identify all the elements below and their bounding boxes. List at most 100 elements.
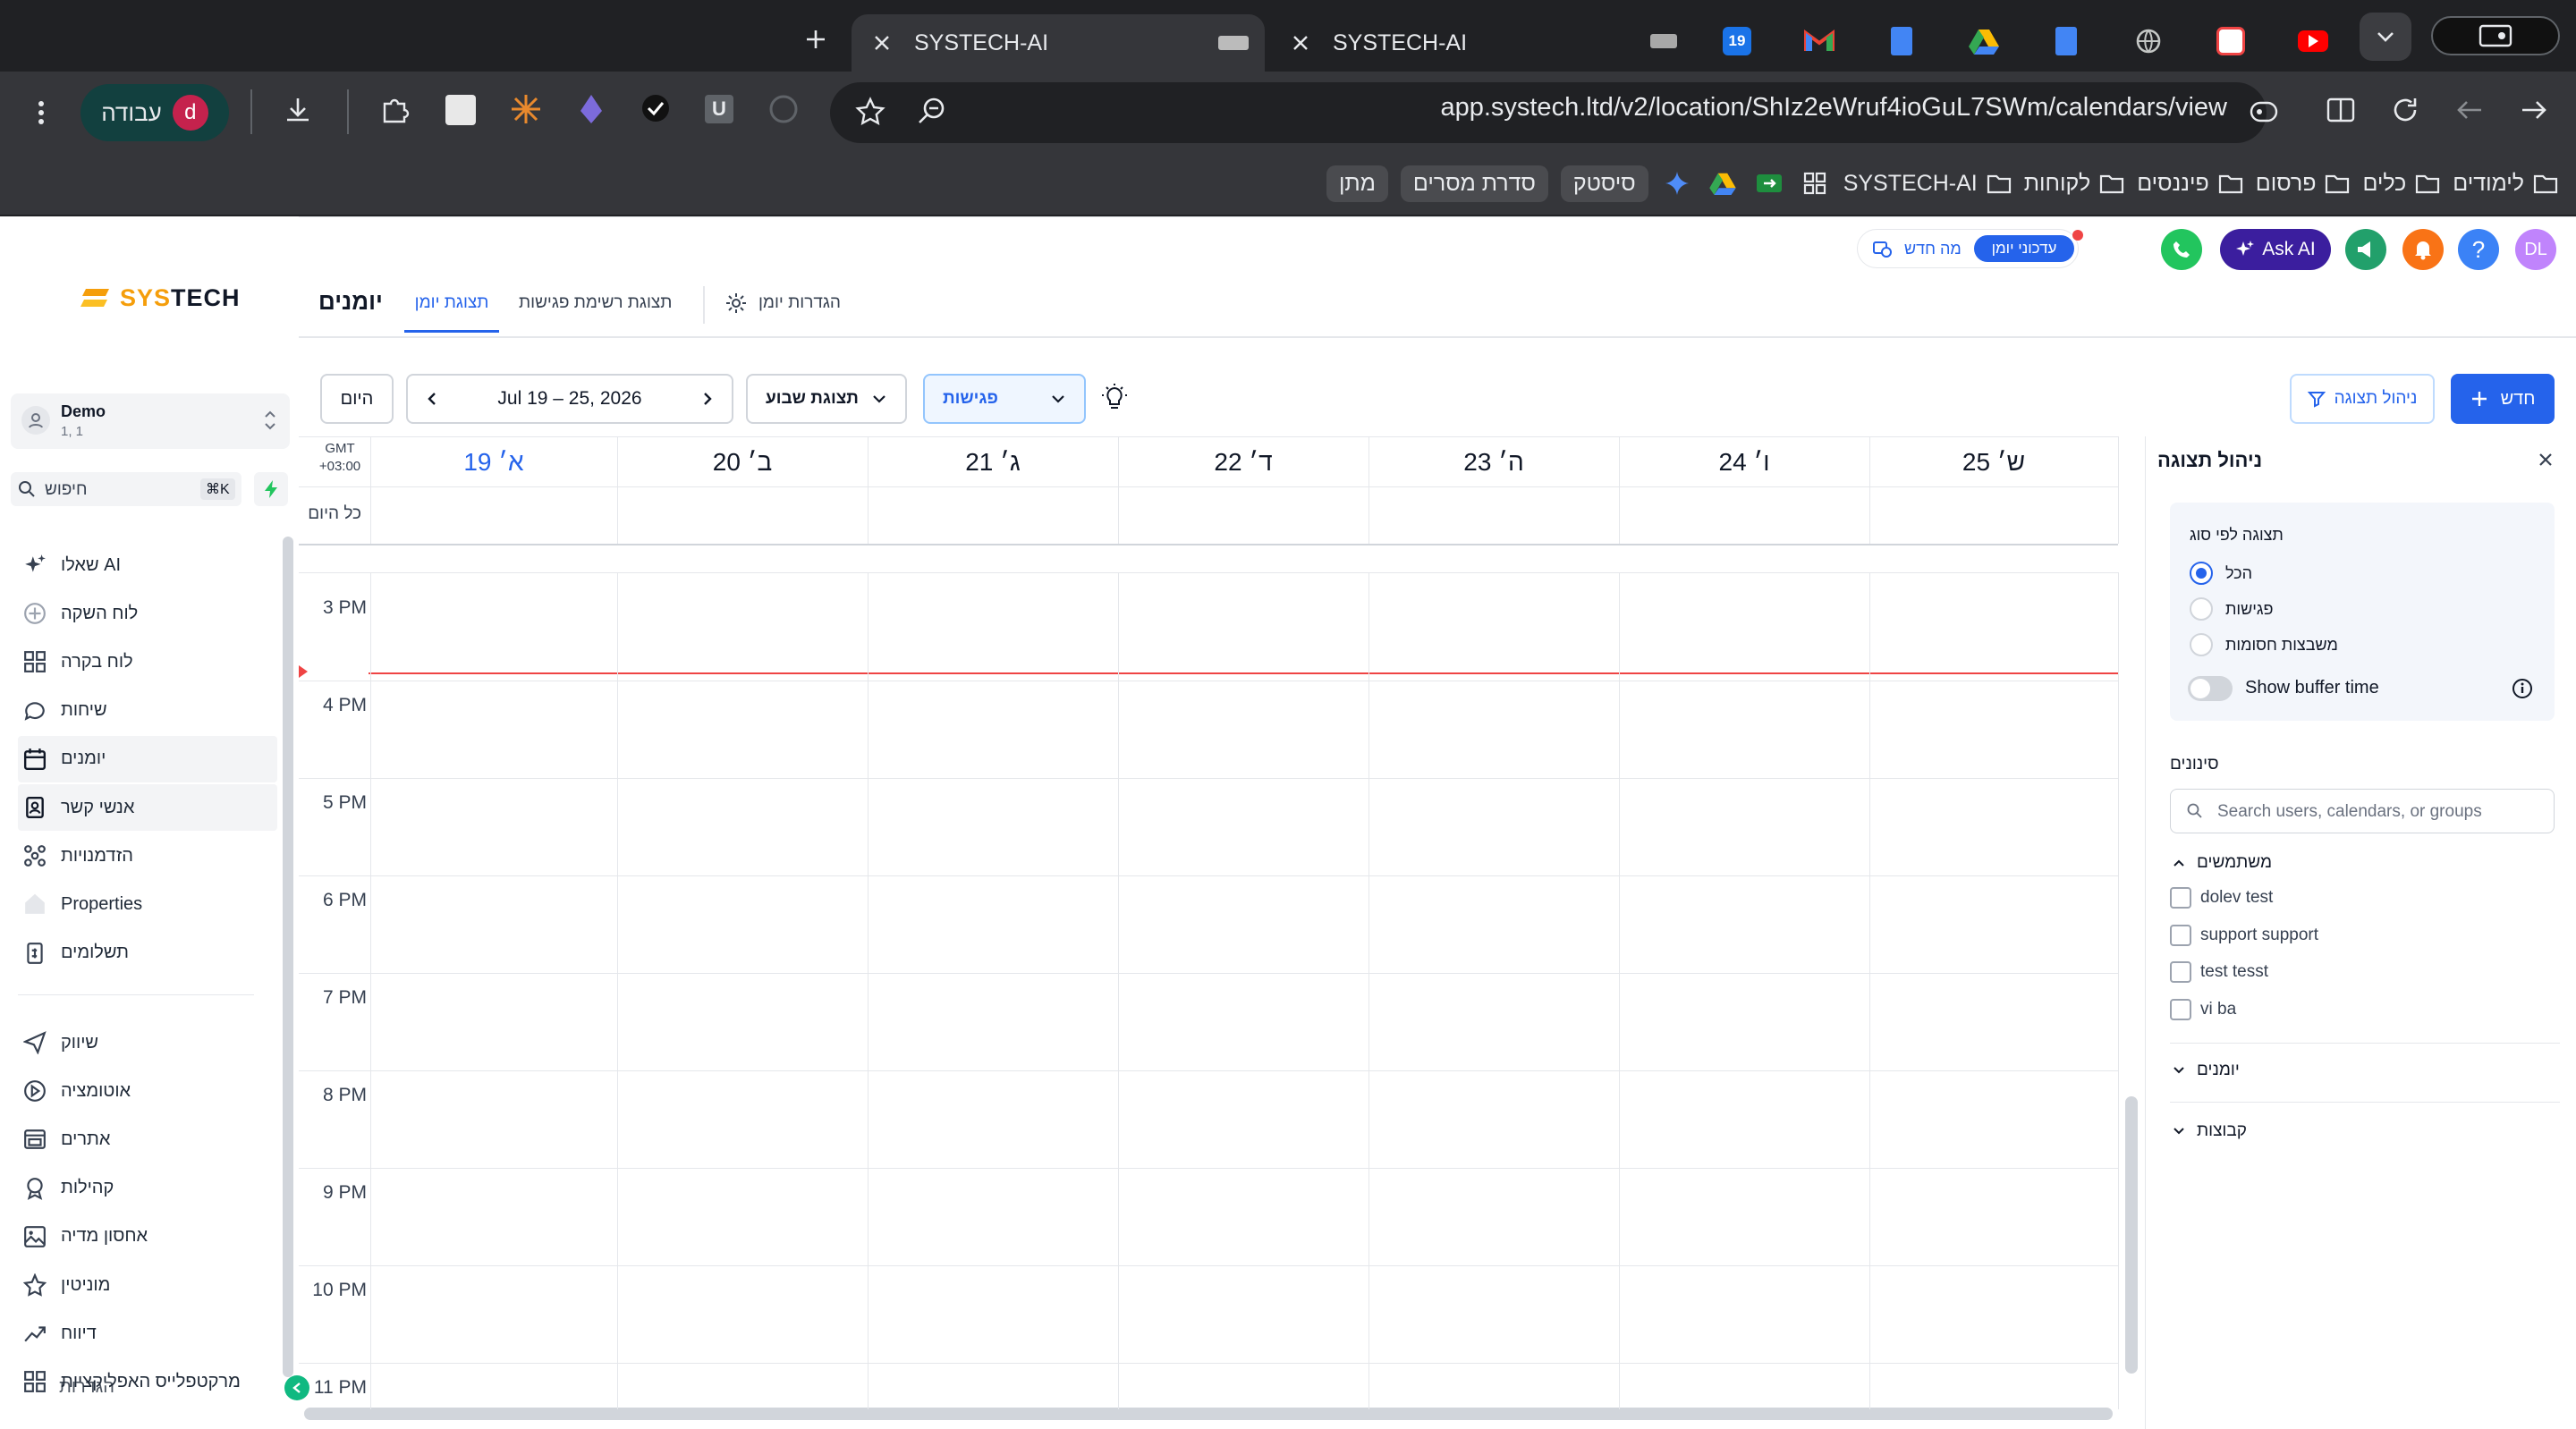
notifications-bell-icon[interactable] <box>2402 229 2444 270</box>
radio-button[interactable] <box>2190 633 2213 656</box>
bookmark-6[interactable]: פרסום <box>2256 171 2351 197</box>
youtube-icon[interactable] <box>2293 21 2333 61</box>
bookmark-2[interactable]: סיסטק <box>1560 165 1648 202</box>
checkbox[interactable] <box>2170 998 2191 1020</box>
extension-u-icon[interactable]: U <box>705 95 733 123</box>
sidebar-item-contacts[interactable]: אנשי קשר <box>18 784 277 831</box>
sidebar-item-chart[interactable]: דיווח <box>18 1310 277 1357</box>
close-panel-icon[interactable] <box>2537 451 2555 469</box>
new-tab-icon[interactable] <box>796 20 835 59</box>
tab-search-chevron-icon[interactable] <box>2360 13 2411 61</box>
checkbox[interactable] <box>2170 961 2191 983</box>
user-filter-item[interactable]: dolev test <box>2170 887 2273 909</box>
docs-icon[interactable] <box>2046 21 2086 61</box>
lightbulb-icon[interactable] <box>1100 383 1129 411</box>
bookmark-star-icon[interactable] <box>855 97 886 127</box>
day-header[interactable]: 23 ה׳ <box>1368 438 1619 486</box>
sidebar-item-sites[interactable]: אתרים <box>18 1116 277 1163</box>
sidebar-item-home[interactable]: Properties <box>18 881 277 927</box>
prev-week-icon[interactable] <box>426 391 438 407</box>
day-header[interactable]: 22 ד׳ <box>1118 438 1368 486</box>
download-icon[interactable] <box>283 95 313 125</box>
sidebar-item-image[interactable]: אחסון מדיה <box>18 1213 277 1260</box>
next-week-icon[interactable] <box>701 391 714 407</box>
calendars-section-header[interactable]: יומנים <box>2172 1061 2240 1080</box>
bookmark-0[interactable]: מתן <box>1326 165 1388 202</box>
gemini-icon[interactable] <box>1665 171 1690 196</box>
buffer-time-toggle[interactable] <box>2188 676 2233 701</box>
filter-search-input[interactable]: Search users, calendars, or groups <box>2170 789 2555 833</box>
site-settings-icon[interactable] <box>2249 97 2279 127</box>
user-filter-item[interactable]: test tesst <box>2170 961 2268 983</box>
docs-icon[interactable] <box>1882 21 1921 61</box>
browser-menu-icon[interactable] <box>23 93 59 132</box>
sidebar-item-sparkle[interactable]: שאלו AI <box>18 542 277 588</box>
calendar-pinned-icon[interactable]: 19 <box>1717 21 1757 61</box>
phone-icon[interactable] <box>2161 229 2202 270</box>
sidebar-item-award[interactable]: קהילות <box>18 1165 277 1212</box>
profile-chip[interactable]: עבודה d <box>80 84 229 141</box>
sheets-icon[interactable] <box>1756 173 1783 193</box>
browser-tab-active[interactable]: SYSTECH-AI <box>852 14 1265 72</box>
quick-action-icon[interactable] <box>254 472 288 506</box>
apps-grid-icon[interactable] <box>1802 171 1827 196</box>
info-icon[interactable] <box>2512 678 2533 699</box>
view-type-option[interactable]: הכל <box>2190 562 2252 585</box>
sidebar-item-automation[interactable]: אוטומציה <box>18 1068 277 1114</box>
day-header[interactable]: 21 ג׳ <box>868 438 1118 486</box>
extension-check-icon[interactable] <box>640 93 671 123</box>
drive-icon[interactable] <box>1964 21 2004 61</box>
sidebar-item-send[interactable]: שיווק <box>18 1019 277 1066</box>
day-header[interactable]: 20 ב׳ <box>617 438 868 486</box>
close-tab-icon[interactable] <box>1283 25 1318 61</box>
today-button[interactable]: היום <box>320 374 394 424</box>
help-button[interactable]: ? <box>2458 229 2499 270</box>
bookmark-8[interactable]: לימודים <box>2453 171 2558 197</box>
globe-icon[interactable] <box>2129 21 2168 61</box>
sidebar-item-chat[interactable]: שיחות <box>18 688 277 734</box>
sidebar-item-dashboard[interactable]: לוח בקרה <box>18 638 277 685</box>
sidebar-item-apps[interactable]: מרקטפלייס האפליקציות <box>18 1358 277 1405</box>
gmail-icon[interactable] <box>1800 21 1839 61</box>
tab-appointment-list[interactable]: תצוגת רשימת פגישות <box>519 293 672 313</box>
new-button[interactable]: חדש <box>2451 374 2555 424</box>
forward-icon[interactable] <box>2519 95 2549 125</box>
app-pinned-icon[interactable] <box>2211 21 2250 61</box>
extension-phone-icon[interactable] <box>769 95 798 123</box>
groups-section-header[interactable]: קבוצות <box>2172 1121 2247 1141</box>
sidebar-scrollbar[interactable] <box>283 537 293 1377</box>
calendar-horizontal-scrollbar[interactable] <box>304 1408 2113 1420</box>
user-filter-item[interactable]: vi ba <box>2170 998 2236 1020</box>
user-avatar[interactable]: DL <box>2515 229 2556 270</box>
radio-button[interactable] <box>2190 562 2213 585</box>
checkbox[interactable] <box>2170 924 2191 946</box>
sidebar-item-rocket[interactable]: לוח השקה <box>18 590 277 637</box>
day-header[interactable]: 25 ש׳ <box>1869 438 2118 486</box>
extension-icon[interactable] <box>445 95 476 125</box>
back-icon[interactable] <box>2454 95 2485 125</box>
calendar-settings-button[interactable]: הגדרות יומן <box>724 292 841 315</box>
calendar-vertical-scrollbar[interactable] <box>2125 1096 2138 1374</box>
tab-calendar-view[interactable]: תצוגת יומן <box>404 288 499 333</box>
bookmark-7[interactable]: כלים <box>2362 171 2440 197</box>
checkbox[interactable] <box>2170 887 2191 909</box>
side-panel-icon[interactable] <box>2326 95 2356 125</box>
sidebar-item-calendar[interactable]: יומנים <box>18 735 277 782</box>
day-header[interactable]: 24 ו׳ <box>1619 438 1869 486</box>
type-select[interactable]: פגישות <box>923 374 1086 424</box>
search-input[interactable]: חיפוש ⌘K <box>11 472 242 506</box>
bookmark-3[interactable]: SYSTECH-AI <box>1843 171 2012 197</box>
pinned-tab-icon[interactable] <box>1644 21 1683 61</box>
close-tab-icon[interactable] <box>864 25 900 61</box>
reload-icon[interactable] <box>2390 95 2420 125</box>
sidebar-item-star[interactable]: מוניטין <box>18 1262 277 1308</box>
zoom-icon[interactable] <box>916 95 948 127</box>
ask-ai-button[interactable]: Ask AI <box>2220 229 2331 270</box>
browser-tab[interactable]: SYSTECH-AI <box>1270 14 1637 72</box>
window-profile-icon[interactable] <box>2431 16 2560 55</box>
whats-new-chip[interactable]: מה חדש עדכוני יומן <box>1857 229 2083 268</box>
bookmark-1[interactable]: סדרת מסרים <box>1400 165 1548 202</box>
view-type-option[interactable]: פגישות <box>2190 597 2274 621</box>
manage-view-button[interactable]: ניהול תצוגה <box>2290 374 2435 424</box>
sidebar-item-opportunities[interactable]: הזדמנויות <box>18 833 277 879</box>
